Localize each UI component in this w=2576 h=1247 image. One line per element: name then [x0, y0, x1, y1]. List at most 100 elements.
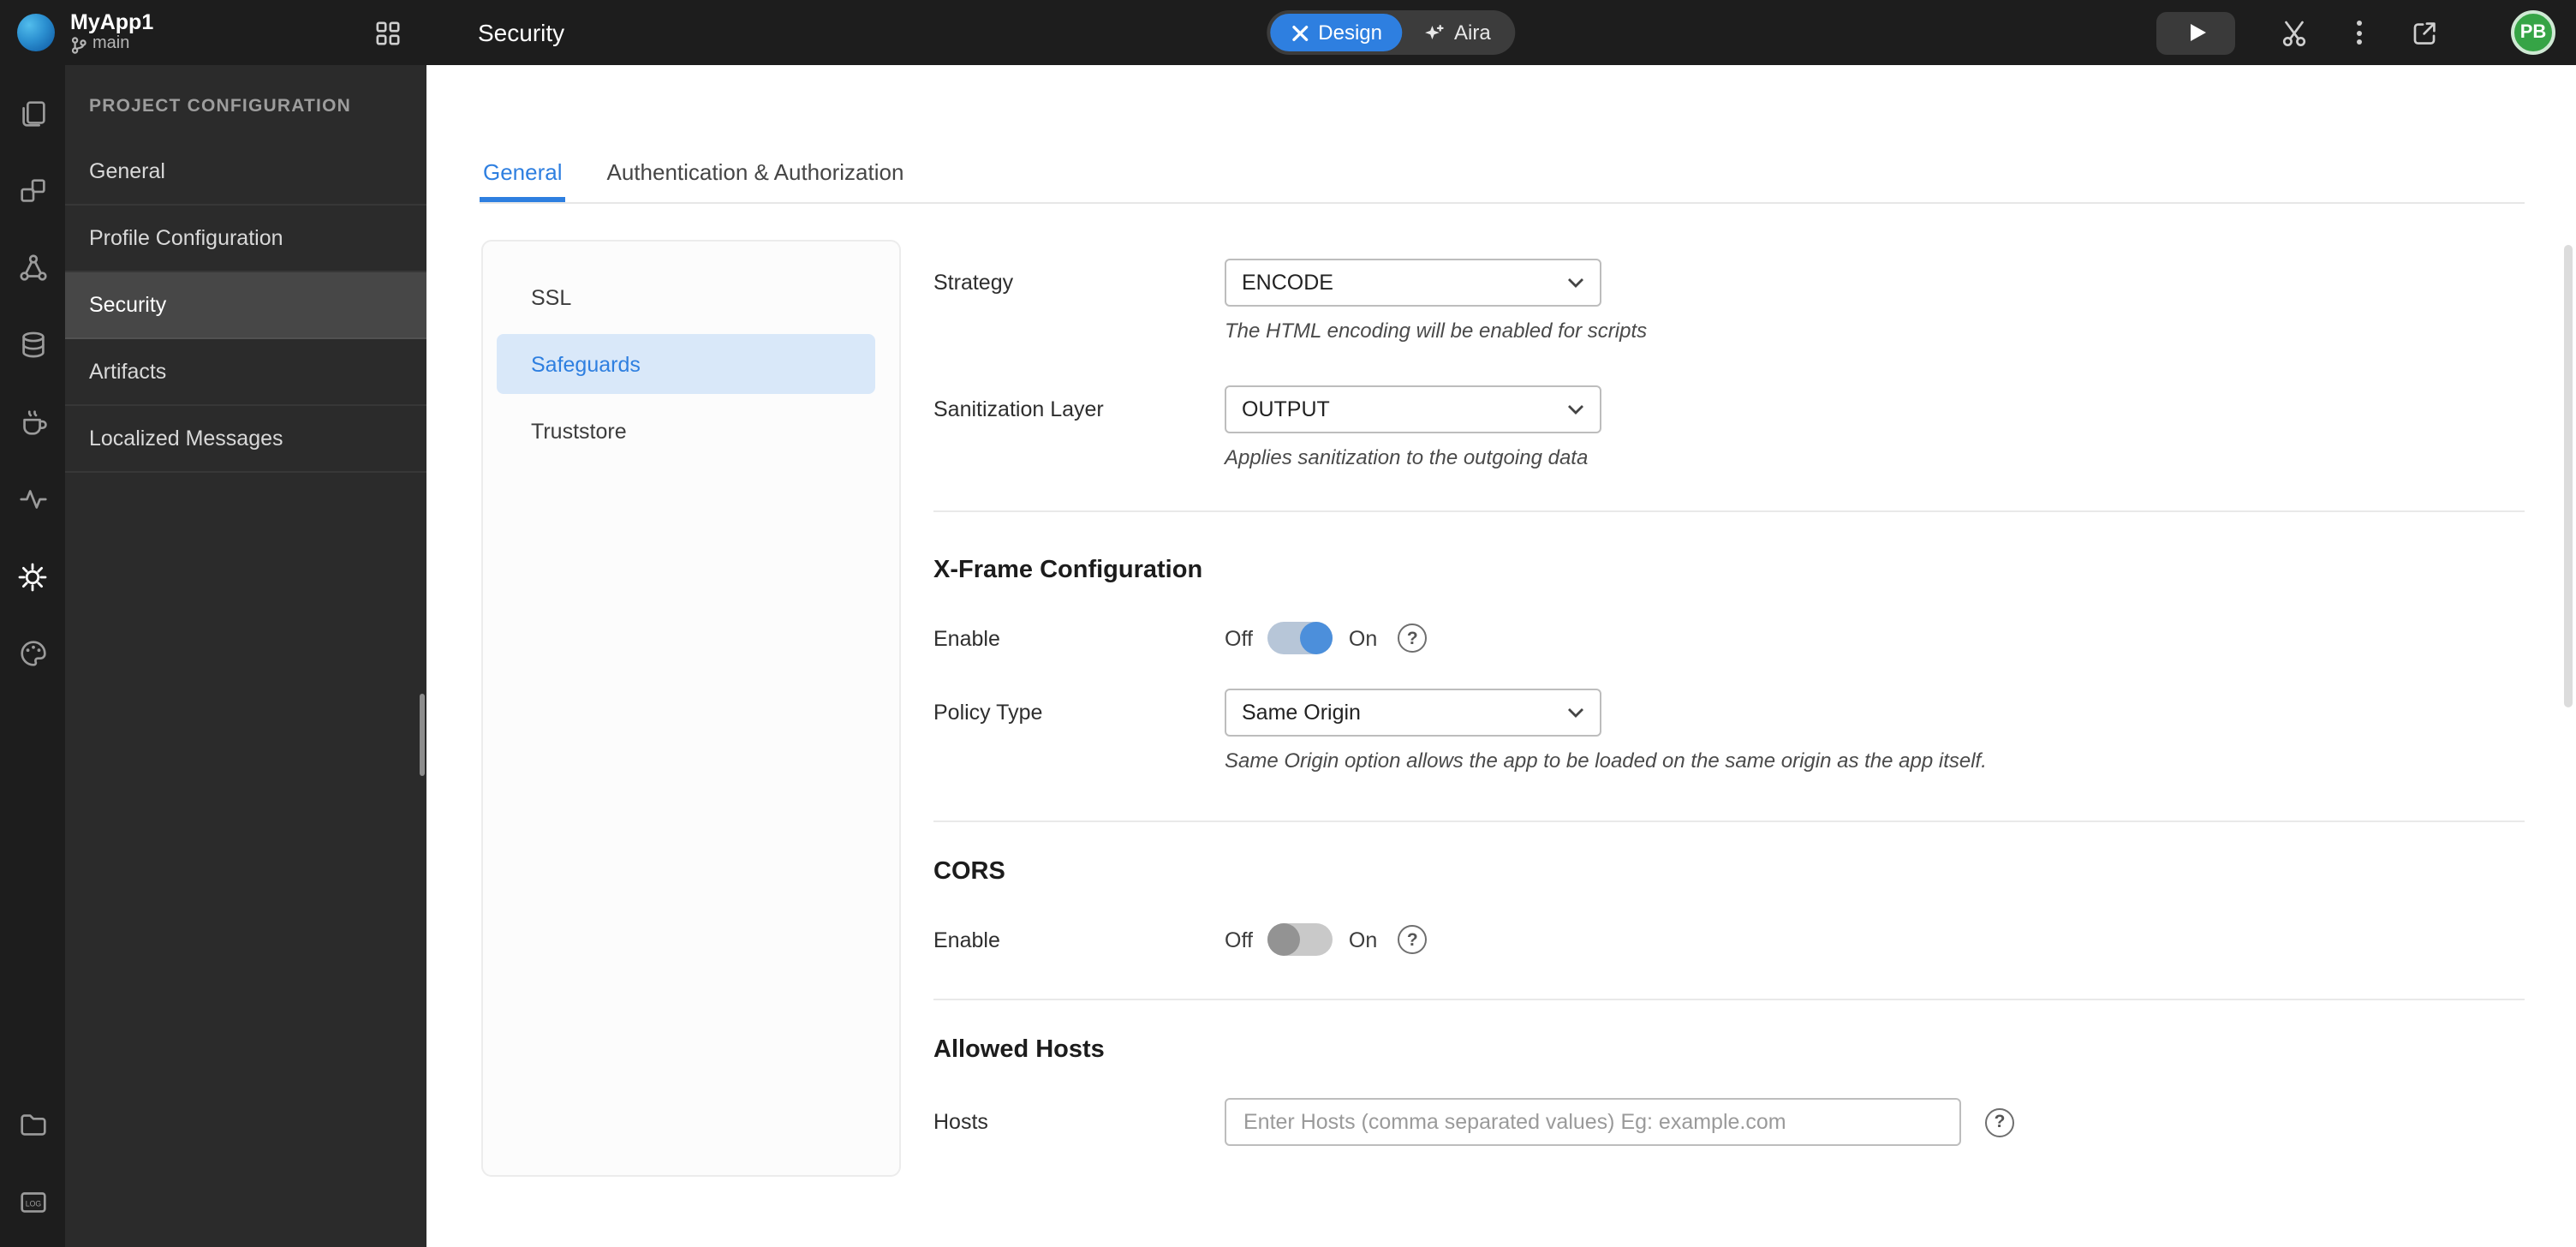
topbar-actions: PB [2156, 10, 2576, 55]
hosts-label: Hosts [933, 1110, 988, 1134]
cors-enable-label: Enable [933, 928, 1000, 952]
sidebar-item-label: Artifacts [89, 360, 167, 384]
toggle-on-label: On [1348, 928, 1378, 952]
panel-section-title: PROJECT CONFIGURATION [89, 96, 351, 116]
export-icon[interactable] [2408, 16, 2441, 49]
branch-icon [71, 36, 86, 53]
policy-type-row: Policy Type Same Origin [933, 689, 2525, 737]
studio-window: MyApp1 main Security Design Aira PB LOG … [0, 0, 2576, 1247]
sidebar-item-label: General [89, 159, 165, 183]
page-title: Security [478, 19, 565, 46]
sanitization-layer-row: Sanitization Layer OUTPUT [933, 385, 2525, 433]
cors-enable-help-icon[interactable]: ? [1398, 925, 1428, 954]
apis-icon[interactable] [0, 461, 65, 538]
safeguards-form: Strategy ENCODE The HTML encoding will b… [933, 240, 2525, 1177]
xframe-enable-label: Enable [933, 626, 1000, 650]
toggle-on-label: On [1348, 626, 1378, 650]
sidebar-item-security[interactable]: Security [65, 272, 426, 339]
sparkle-icon [1425, 23, 1445, 39]
strategy-label: Strategy [933, 271, 1014, 295]
left-icon-rail: LOG [0, 65, 65, 1247]
app-name: MyApp1 [70, 10, 154, 34]
apps-grid-icon[interactable] [375, 20, 401, 45]
allowed-hosts-section-heading: Allowed Hosts [933, 1036, 1105, 1064]
xframe-enable-help-icon[interactable]: ? [1398, 624, 1428, 653]
hosts-row: Hosts ? [933, 1098, 2525, 1146]
design-mode-button[interactable]: Design [1270, 14, 1404, 51]
sidebar-scrollbar[interactable] [420, 694, 425, 776]
file-explorer-icon[interactable] [0, 1086, 65, 1163]
mode-switcher: Design Aira [1267, 10, 1515, 55]
section-divider [933, 820, 2525, 822]
tab-authentication-authorization[interactable]: Authentication & Authorization [604, 144, 908, 202]
toggle-knob [1300, 622, 1333, 654]
strategy-row: Strategy ENCODE [933, 259, 2525, 307]
policy-type-select[interactable]: Same Origin [1225, 689, 1601, 737]
java-services-icon[interactable] [0, 384, 65, 461]
hosts-help-icon[interactable]: ? [1985, 1107, 2014, 1137]
cors-section-heading: CORS [933, 858, 1005, 886]
policy-type-help-text: Same Origin option allows the app to be … [1225, 749, 1987, 773]
scissors-icon[interactable] [2278, 16, 2311, 49]
cors-enable-toggle[interactable] [1267, 923, 1333, 956]
more-menu-icon[interactable] [2353, 17, 2365, 48]
topbar: MyApp1 main Security Design Aira PB [0, 0, 2576, 65]
svg-text:LOG: LOG [25, 1199, 41, 1208]
section-divider [933, 510, 2525, 512]
branch-name: main [92, 34, 130, 53]
subnav-item-safeguards[interactable]: Safeguards [497, 334, 875, 394]
content-row: SSL Safeguards Truststore Strategy ENCOD… [481, 240, 2525, 1177]
cors-enable-row: Enable Off On ? [933, 923, 2525, 956]
xframe-section-heading: X-Frame Configuration [933, 557, 1203, 584]
topbar-left: MyApp1 main [0, 0, 426, 65]
app-logo-icon[interactable] [17, 14, 55, 51]
pages-icon[interactable] [0, 75, 65, 152]
app-meta: MyApp1 main [70, 10, 153, 55]
chevron-down-icon [1568, 278, 1583, 288]
aira-mode-button[interactable]: Aira [1403, 14, 1512, 51]
toggle-knob [1267, 923, 1301, 956]
body: LOG PROJECT CONFIGURATION General Profil… [0, 65, 2576, 1247]
content-scrollbar[interactable] [2564, 245, 2573, 707]
sanitization-layer-value: OUTPUT [1242, 397, 1330, 421]
subnav-item-truststore[interactable]: Truststore [483, 397, 899, 464]
design-mode-label: Design [1318, 21, 1383, 45]
themes-icon[interactable] [0, 615, 65, 692]
sidebar-item-general[interactable]: General [65, 139, 426, 206]
avatar-initials: PB [2519, 22, 2547, 43]
sanitization-layer-select[interactable]: OUTPUT [1225, 385, 1601, 433]
strategy-select[interactable]: ENCODE [1225, 259, 1601, 307]
sidebar-item-localized-messages[interactable]: Localized Messages [65, 406, 426, 473]
xframe-enable-toggle[interactable] [1267, 622, 1333, 654]
sidebar-item-label: Profile Configuration [89, 226, 283, 250]
sanitization-layer-help-text: Applies sanitization to the outgoing dat… [1225, 445, 1589, 469]
sidebar-item-label: Security [89, 293, 167, 317]
cors-enable-toggle-group: Off On ? [1225, 923, 1428, 956]
hosts-input[interactable] [1225, 1098, 1961, 1146]
chevron-down-icon [1568, 405, 1583, 415]
branch-indicator[interactable]: main [70, 34, 153, 55]
user-avatar[interactable]: PB [2511, 10, 2555, 55]
design-tools-icon [1292, 25, 1309, 40]
prefabs-icon[interactable] [0, 230, 65, 307]
strategy-help-text: The HTML encoding will be enabled for sc… [1225, 319, 1648, 343]
widgets-icon[interactable] [0, 152, 65, 230]
sanitization-layer-label: Sanitization Layer [933, 397, 1104, 421]
settings-icon[interactable] [0, 538, 65, 615]
chevron-down-icon [1568, 708, 1583, 718]
xframe-enable-toggle-group: Off On ? [1225, 622, 1428, 654]
policy-type-label: Policy Type [933, 701, 1043, 725]
security-subnav: SSL Safeguards Truststore [481, 240, 901, 1177]
logs-icon[interactable]: LOG [0, 1163, 65, 1240]
tab-general[interactable]: General [480, 144, 566, 202]
run-button[interactable] [2156, 11, 2235, 54]
xframe-enable-row: Enable Off On ? [933, 622, 2525, 654]
main-content: General Authentication & Authorization S… [426, 65, 2576, 1247]
database-icon[interactable] [0, 307, 65, 384]
sidebar-item-label: Localized Messages [89, 427, 283, 450]
subnav-item-ssl[interactable]: SSL [483, 264, 899, 331]
sidebar-item-artifacts[interactable]: Artifacts [65, 339, 426, 406]
sidebar-item-profile-configuration[interactable]: Profile Configuration [65, 206, 426, 272]
rail-bottom: LOG [0, 1086, 65, 1247]
strategy-value: ENCODE [1242, 271, 1333, 295]
